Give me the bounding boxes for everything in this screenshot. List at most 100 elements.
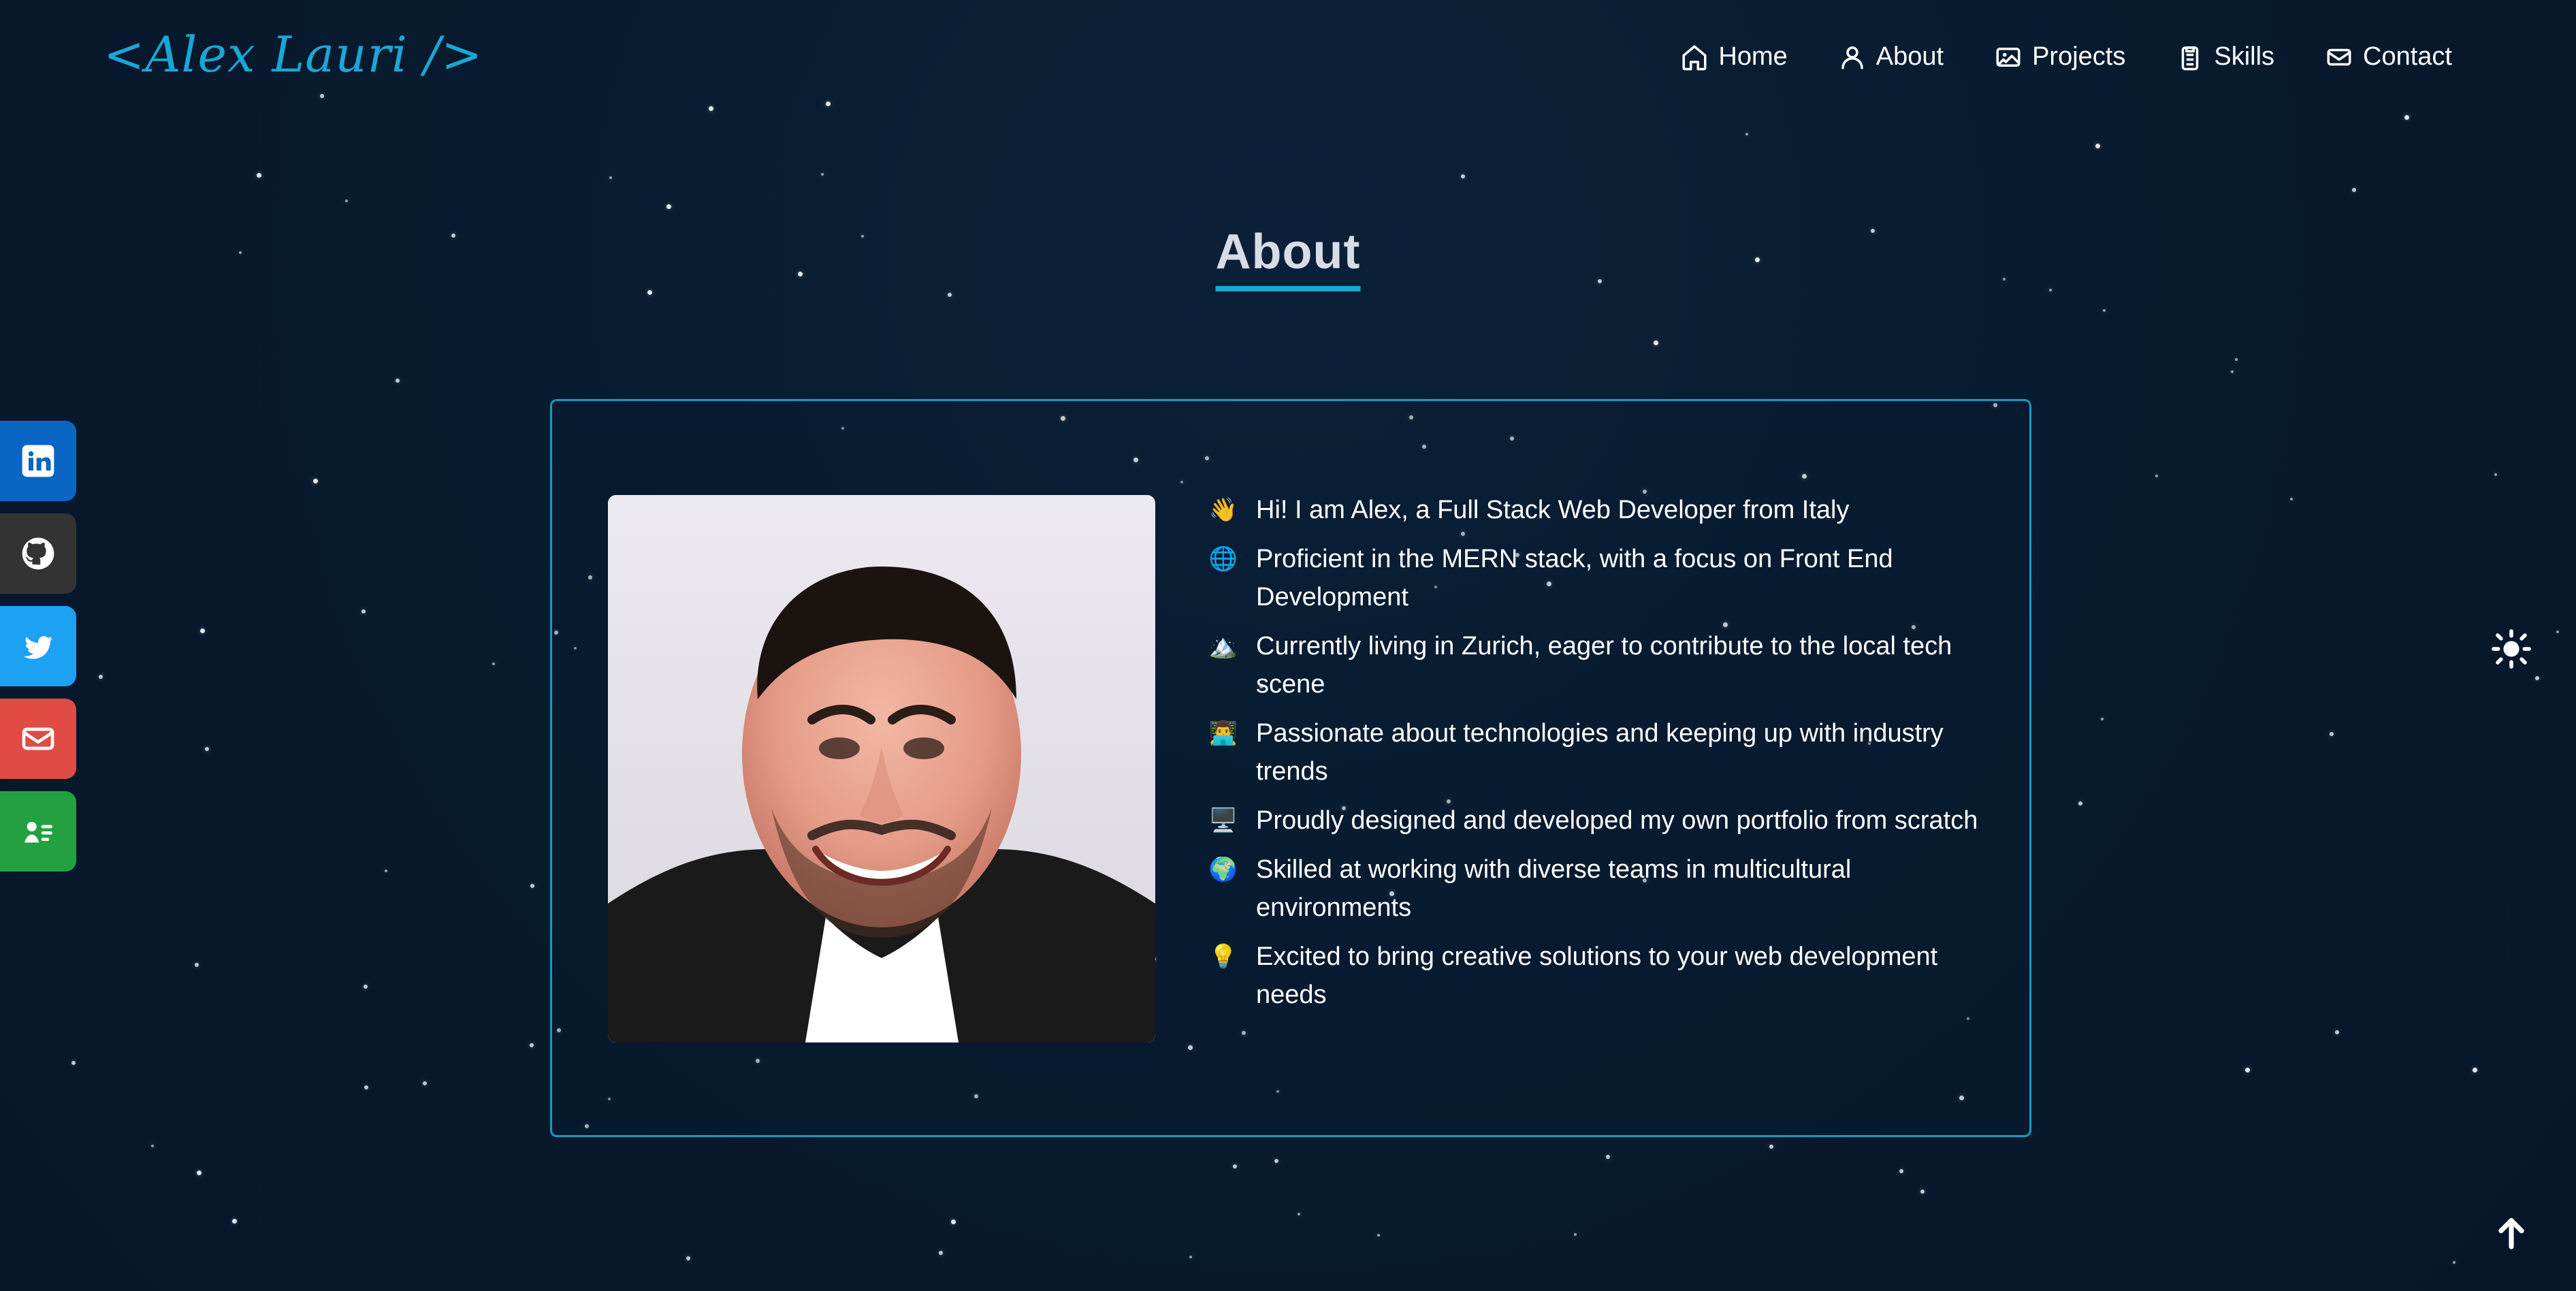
star xyxy=(530,884,534,888)
about-bullet-text: Hi! I am Alex, a Full Stack Web Develope… xyxy=(1256,496,1850,524)
star xyxy=(2003,278,2006,281)
earth-icon: 🌍 xyxy=(1208,857,1238,882)
star xyxy=(195,963,199,967)
nav-item-projects[interactable]: Projects xyxy=(1994,42,2125,71)
star xyxy=(385,870,387,872)
mountain-icon: 🏔️ xyxy=(1208,633,1238,659)
about-bullet-text: Currently living in Zurich, eager to con… xyxy=(1256,632,1952,699)
star xyxy=(530,1043,534,1047)
arrow-up-icon xyxy=(2489,1209,2534,1254)
star xyxy=(2290,498,2293,500)
nav-item-label: Projects xyxy=(2032,42,2126,71)
about-bullet: 💡 Excited to bring creative solutions to… xyxy=(1208,938,1998,1014)
nav-item-label: Skills xyxy=(2214,42,2275,71)
top-navigation: Home About Projects Skills Contact xyxy=(1680,42,2452,71)
star xyxy=(239,251,242,254)
star xyxy=(1899,1169,1903,1173)
star xyxy=(798,272,803,276)
desktop-computer-icon: 🖥️ xyxy=(1208,808,1238,833)
profile-photo-illustration xyxy=(608,495,1155,1042)
star xyxy=(364,1085,368,1089)
star xyxy=(1606,1155,1610,1159)
about-bullet: 🌐 Proficient in the MERN stack, with a f… xyxy=(1208,540,1998,616)
star xyxy=(2245,1068,2250,1072)
star xyxy=(2453,1261,2456,1264)
star xyxy=(2103,309,2106,312)
star xyxy=(821,173,824,176)
user-icon xyxy=(1838,43,1867,71)
about-bullet-text: Proudly designed and developed my own po… xyxy=(1256,806,1978,835)
star xyxy=(609,176,612,179)
star xyxy=(948,293,952,297)
scroll-to-top-button[interactable] xyxy=(2489,1209,2534,1254)
about-bullet-text: Excited to bring creative solutions to y… xyxy=(1256,942,1938,1009)
star xyxy=(451,234,455,238)
star xyxy=(151,1145,154,1147)
nav-item-contact[interactable]: Contact xyxy=(2325,42,2452,71)
star xyxy=(1654,340,1658,345)
star xyxy=(1461,174,1465,178)
sun-icon xyxy=(2489,626,2534,671)
star xyxy=(2352,188,2356,192)
star xyxy=(1871,229,1875,233)
site-logo[interactable]: <Alex Lauri /> xyxy=(103,30,483,79)
star xyxy=(1745,133,1748,136)
star xyxy=(2235,358,2238,361)
star xyxy=(197,1170,202,1175)
star xyxy=(647,290,652,295)
star xyxy=(492,663,495,665)
twitter-icon xyxy=(19,627,57,665)
star xyxy=(1189,1256,1192,1258)
about-bullet: 🖥️ Proudly designed and developed my own… xyxy=(1208,801,1998,840)
star xyxy=(2556,631,2559,633)
star xyxy=(1598,279,1602,283)
nav-item-about[interactable]: About xyxy=(1838,42,1944,71)
about-bullet-text: Skilled at working with diverse teams in… xyxy=(1256,855,1852,922)
linkedin-button[interactable] xyxy=(0,421,76,501)
theme-toggle-button[interactable] xyxy=(2489,626,2534,671)
star xyxy=(2078,801,2082,806)
star xyxy=(320,94,324,98)
star xyxy=(2095,144,2100,148)
star xyxy=(709,106,713,111)
mail-icon xyxy=(2325,43,2353,71)
globe-icon: 🌐 xyxy=(1208,546,1238,572)
star xyxy=(345,200,348,202)
star xyxy=(1755,257,1760,262)
about-bullet-text: Proficient in the MERN stack, with a foc… xyxy=(1256,545,1893,611)
contact-card-icon xyxy=(19,812,57,850)
nav-item-home[interactable]: Home xyxy=(1680,42,1788,71)
star xyxy=(2473,1068,2477,1072)
page-title: About xyxy=(1215,227,1361,291)
email-icon xyxy=(19,720,57,758)
developer-icon: 👨‍💻 xyxy=(1208,720,1238,746)
nav-item-skills[interactable]: Skills xyxy=(2176,42,2274,71)
star xyxy=(826,101,831,106)
star xyxy=(99,675,103,679)
nav-item-label: Contact xyxy=(2363,42,2452,71)
image-icon xyxy=(1994,43,2023,71)
profile-photo xyxy=(608,495,1155,1042)
about-bullet: 👋 Hi! I am Alex, a Full Stack Web Develo… xyxy=(1208,491,1998,529)
star xyxy=(666,204,671,209)
star xyxy=(2535,676,2539,680)
contact-card-button[interactable] xyxy=(0,791,76,872)
star xyxy=(1574,1233,1577,1236)
star xyxy=(364,985,368,989)
email-button[interactable] xyxy=(0,699,76,779)
about-bullet-text: Passionate about technologies and keepin… xyxy=(1256,719,1944,786)
star xyxy=(2049,289,2052,291)
about-bullet: 🌍 Skilled at working with diverse teams … xyxy=(1208,850,1998,927)
star xyxy=(1769,1145,1773,1149)
nav-item-label: Home xyxy=(1718,42,1788,71)
home-icon xyxy=(1680,43,1709,71)
about-card: 👋 Hi! I am Alex, a Full Stack Web Develo… xyxy=(550,399,2031,1137)
about-bullets: 👋 Hi! I am Alex, a Full Stack Web Develo… xyxy=(1208,491,1998,1025)
star xyxy=(2155,475,2158,477)
star xyxy=(313,479,318,483)
github-button[interactable] xyxy=(0,513,76,594)
star xyxy=(200,628,205,633)
github-icon xyxy=(19,535,57,573)
twitter-button[interactable] xyxy=(0,606,76,686)
page: <Alex Lauri /> Home About Projects Skill… xyxy=(0,0,2576,1291)
